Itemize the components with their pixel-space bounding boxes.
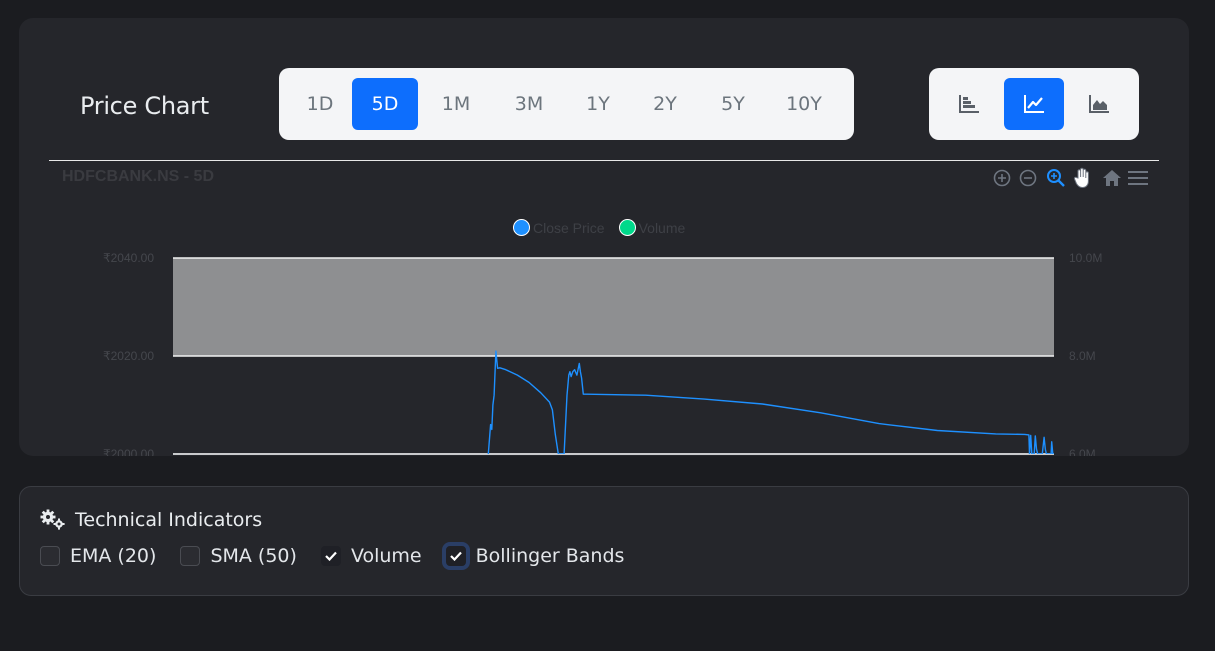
close-price-line[interactable] — [471, 350, 1054, 456]
bollinger-bands-checkbox[interactable] — [445, 546, 466, 566]
indicator-options: EMA (20) SMA (50) Volume Bollinger Bands — [40, 545, 648, 567]
volume-checkbox[interactable] — [320, 546, 341, 566]
indicators-heading: Technical Indicators — [40, 509, 262, 531]
price-chart-card: Price Chart 1D 5D 1M 3M 1Y 2Y 5Y 10Y HDF… — [19, 18, 1189, 456]
sma-checkbox[interactable] — [180, 546, 201, 566]
bollinger-bands-label[interactable]: Bollinger Bands — [476, 545, 625, 567]
checkmark-icon — [325, 551, 337, 561]
ema-label[interactable]: EMA (20) — [70, 545, 156, 567]
sma-label[interactable]: SMA (50) — [210, 545, 297, 567]
indicators-title: Technical Indicators — [75, 509, 263, 531]
technical-indicators-card: Technical Indicators EMA (20) SMA (50) V… — [19, 486, 1189, 596]
ema-checkbox[interactable] — [40, 546, 60, 566]
chart-plot-area[interactable] — [19, 18, 1189, 456]
volume-label[interactable]: Volume — [351, 545, 422, 567]
gears-icon — [40, 509, 65, 530]
bollinger-band-area — [173, 258, 1054, 356]
checkmark-icon — [449, 551, 462, 561]
